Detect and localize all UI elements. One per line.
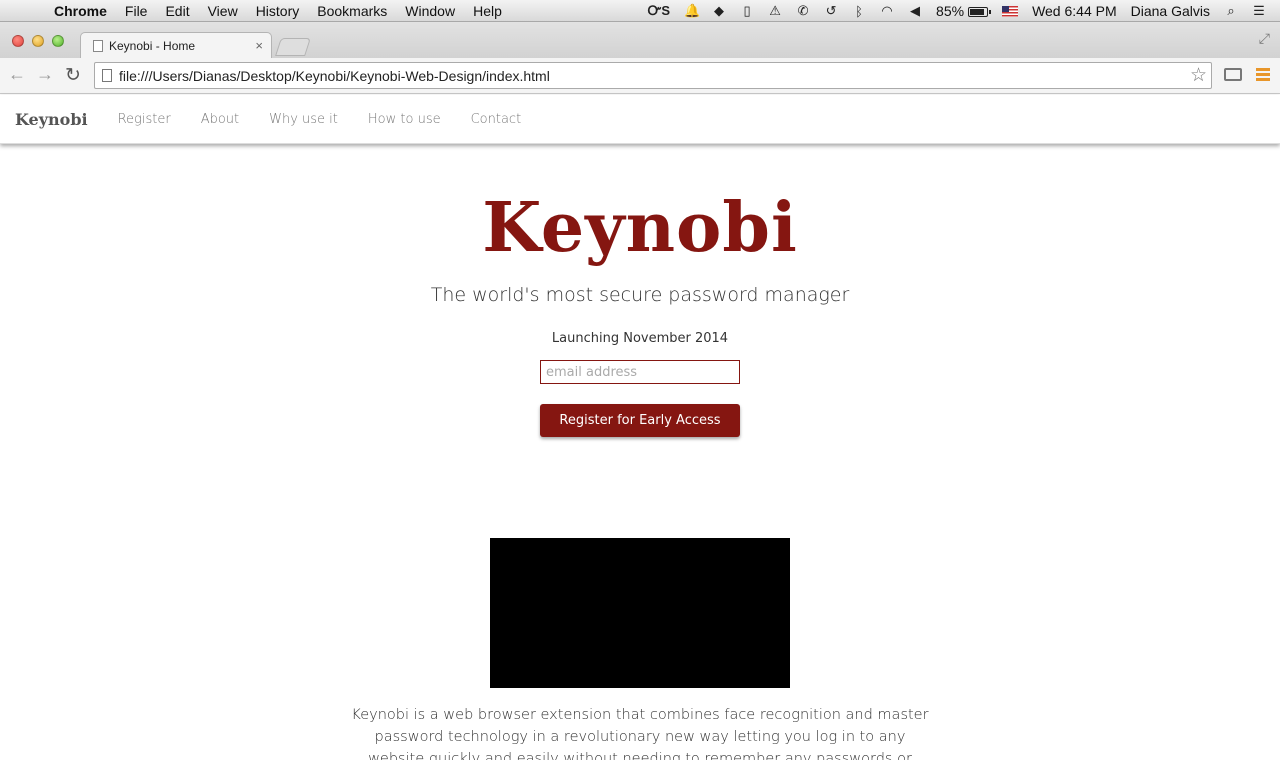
phone-icon[interactable]: ✆ <box>796 3 810 19</box>
os-status-icon[interactable]: ᏅS <box>648 3 670 19</box>
dropbox-icon[interactable]: ◆ <box>712 3 726 19</box>
back-arrow-icon[interactable]: ← <box>6 64 28 85</box>
spotlight-search-icon[interactable]: ⌕ <box>1224 3 1238 19</box>
cast-icon[interactable] <box>1224 68 1242 81</box>
menu-app-name[interactable]: Chrome <box>54 3 107 19</box>
browser-tab-strip: Keynobi - Home × ⤢ <box>0 22 1280 58</box>
menu-extras: ᏅS 🔔 ◆ ▯ ⚠ ✆ ↺ ᛒ ◠ ◀ 85% Wed 6:44 PM Dia… <box>648 0 1280 22</box>
reload-icon[interactable]: ↻ <box>62 64 84 87</box>
user-name[interactable]: Diana Galvis <box>1131 3 1210 19</box>
page-favicon-icon <box>93 39 103 52</box>
notification-bell-icon[interactable]: 🔔 <box>684 3 700 19</box>
forward-arrow-icon[interactable]: → <box>34 64 56 85</box>
menu-bookmarks[interactable]: Bookmarks <box>317 3 387 19</box>
nav-link-about[interactable]: About <box>201 112 239 127</box>
menu-history[interactable]: History <box>256 3 300 19</box>
nav-link-register[interactable]: Register <box>118 112 171 127</box>
volume-icon[interactable]: ◀ <box>908 3 922 19</box>
url-text[interactable]: file:///Users/Dianas/Desktop/Keynobi/Key… <box>119 68 550 84</box>
notification-center-icon[interactable]: ☰ <box>1252 3 1266 19</box>
tab-title: Keynobi - Home <box>109 38 196 53</box>
menu-file[interactable]: File <box>125 3 148 19</box>
browser-tab-active[interactable]: Keynobi - Home × <box>80 32 272 58</box>
clock[interactable]: Wed 6:44 PM <box>1032 3 1117 19</box>
hero-subtitle: The world's most secure password manager <box>430 284 850 306</box>
product-description: Keynobi is a web browser extension that … <box>351 707 929 760</box>
video-player[interactable] <box>490 538 790 688</box>
time-machine-icon[interactable]: ↺ <box>824 3 838 19</box>
menu-help[interactable]: Help <box>473 3 502 19</box>
site-brand[interactable]: Keynobi <box>15 110 88 129</box>
minimize-window-button[interactable] <box>32 35 44 47</box>
document-alert-icon[interactable]: ▯ <box>740 3 754 19</box>
macos-menu-bar: Chrome File Edit View History Bookmarks … <box>0 0 1280 22</box>
battery-status[interactable]: 85% <box>936 3 992 19</box>
wifi-icon[interactable]: ◠ <box>880 3 894 19</box>
nav-link-contact[interactable]: Contact <box>471 112 522 127</box>
site-navbar: Keynobi Register About Why use it How to… <box>0 95 1280 144</box>
browser-toolbar: ← → ↻ file:///Users/Dianas/Desktop/Keyno… <box>0 58 1280 94</box>
nav-link-how-to-use[interactable]: How to use <box>368 112 441 127</box>
page-icon <box>102 69 112 82</box>
warning-icon[interactable]: ⚠ <box>768 3 782 19</box>
hero-title: Keynobi <box>482 188 798 268</box>
new-tab-button[interactable] <box>275 38 311 56</box>
bookmark-star-icon[interactable]: ☆ <box>1190 64 1207 87</box>
register-early-access-button[interactable]: Register for Early Access <box>540 404 740 437</box>
close-window-button[interactable] <box>12 35 24 47</box>
close-tab-icon[interactable]: × <box>255 38 263 53</box>
menu-view[interactable]: View <box>208 3 238 19</box>
nav-link-why-use-it[interactable]: Why use it <box>269 112 338 127</box>
menu-edit[interactable]: Edit <box>165 3 189 19</box>
input-source-flag-icon[interactable] <box>1002 5 1019 17</box>
zoom-window-button[interactable] <box>52 35 64 47</box>
fullscreen-icon[interactable]: ⤢ <box>1259 30 1270 47</box>
battery-icon <box>968 7 992 18</box>
menu-window[interactable]: Window <box>405 3 455 19</box>
battery-percent: 85% <box>936 3 965 19</box>
chrome-menu-icon[interactable] <box>1256 68 1270 83</box>
bluetooth-icon[interactable]: ᛒ <box>852 4 866 19</box>
address-bar[interactable]: file:///Users/Dianas/Desktop/Keynobi/Key… <box>94 62 1212 89</box>
launch-date-text: Launching November 2014 <box>551 331 729 346</box>
email-input[interactable] <box>540 360 740 384</box>
